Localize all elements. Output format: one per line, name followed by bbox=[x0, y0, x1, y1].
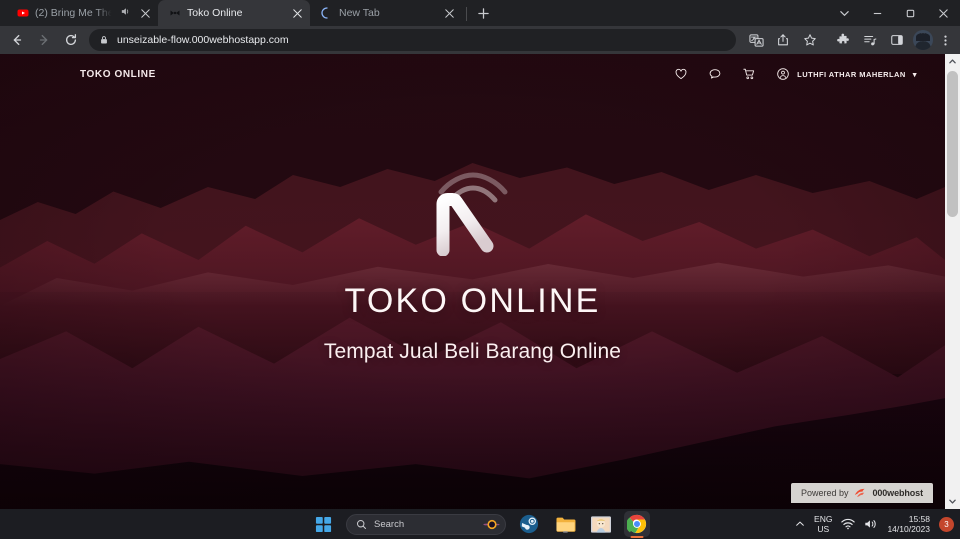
three-dot-menu-icon[interactable] bbox=[936, 28, 954, 52]
puzzle-icon[interactable] bbox=[830, 28, 856, 52]
powered-by-label: Powered by bbox=[800, 488, 849, 498]
clock[interactable]: 15:58 14/10/2023 bbox=[887, 514, 930, 535]
web-page: TOKO ONLINE LUTHFI ATHAR MAHERLAN ▾ TOKO… bbox=[0, 54, 945, 509]
window-controls bbox=[828, 0, 960, 26]
system-tray: ENG US 15:58 14/10/2023 3 bbox=[795, 514, 954, 535]
tab-youtube[interactable]: (2) Bring Me The Horizon - L bbox=[6, 0, 158, 26]
reload-icon[interactable] bbox=[58, 28, 84, 52]
chrome-browser-window: (2) Bring Me The Horizon - L Toko Online… bbox=[0, 0, 960, 509]
maximize-button[interactable] bbox=[894, 0, 927, 26]
side-panel-icon[interactable] bbox=[884, 28, 910, 52]
language-line-2: US bbox=[817, 524, 830, 534]
tab-close-button[interactable] bbox=[138, 6, 152, 20]
clock-date: 14/10/2023 bbox=[887, 524, 930, 534]
000webhost-icon bbox=[853, 487, 867, 499]
lock-icon[interactable] bbox=[99, 35, 109, 45]
audio-playing-icon[interactable] bbox=[120, 6, 132, 20]
star-icon[interactable] bbox=[797, 28, 823, 52]
hero-title: TOKO ONLINE bbox=[344, 282, 601, 320]
notification-badge[interactable]: 3 bbox=[939, 516, 954, 532]
tab-title: Toko Online bbox=[187, 7, 243, 19]
close-button[interactable] bbox=[927, 0, 960, 26]
back-arrow-icon[interactable] bbox=[4, 28, 30, 52]
chat-bubble-icon[interactable] bbox=[708, 67, 722, 81]
taskbar-app-photos[interactable] bbox=[588, 511, 614, 537]
loading-spinner-icon bbox=[320, 7, 333, 20]
taskbar-app-chrome[interactable] bbox=[624, 511, 650, 537]
eclipse-icon[interactable] bbox=[483, 518, 500, 531]
new-tab-button[interactable] bbox=[471, 1, 495, 25]
powered-by-brand: 000webhost bbox=[872, 488, 923, 498]
scroll-up-icon[interactable] bbox=[945, 54, 960, 69]
youtube-icon bbox=[16, 7, 29, 20]
hero-subtitle: Tempat Jual Beli Barang Online bbox=[323, 340, 622, 363]
site-nav: LUTHFI ATHAR MAHERLAN ▾ bbox=[674, 67, 917, 81]
user-name: LUTHFI ATHAR MAHERLAN bbox=[797, 69, 906, 79]
page-viewport: TOKO ONLINE LUTHFI ATHAR MAHERLAN ▾ TOKO… bbox=[0, 54, 960, 509]
search-placeholder: Search bbox=[374, 518, 405, 530]
wifi-icon[interactable] bbox=[841, 518, 856, 530]
n-wifi-logo bbox=[413, 164, 533, 257]
caret-down-icon: ▾ bbox=[912, 69, 917, 79]
clock-time: 15:58 bbox=[908, 513, 930, 524]
taskbar-app-file-explorer[interactable] bbox=[552, 511, 578, 537]
language-line-1: ENG bbox=[814, 514, 833, 524]
scroll-down-icon[interactable] bbox=[945, 494, 960, 509]
minimize-button[interactable] bbox=[861, 0, 894, 26]
language-indicator[interactable]: ENG US bbox=[814, 514, 832, 534]
profile-avatar[interactable] bbox=[913, 30, 933, 50]
chevron-up-icon[interactable] bbox=[795, 519, 805, 529]
tab-title: (2) Bring Me The Horizon - L bbox=[35, 7, 114, 19]
windows-taskbar: Search ENG US 15:58 14/10/2023 3 bbox=[0, 509, 960, 539]
translate-icon[interactable] bbox=[743, 28, 769, 52]
heart-icon[interactable] bbox=[674, 67, 688, 81]
site-header: TOKO ONLINE LUTHFI ATHAR MAHERLAN ▾ bbox=[0, 54, 945, 94]
browser-toolbar: unseizable-flow.000webhostapp.com bbox=[0, 26, 960, 54]
tab-title: New Tab bbox=[339, 7, 380, 19]
url-text: unseizable-flow.000webhostapp.com bbox=[117, 34, 289, 46]
tab-separator bbox=[466, 7, 467, 21]
tab-close-button[interactable] bbox=[290, 6, 304, 20]
hero-content: TOKO ONLINE Tempat Jual Beli Barang Onli… bbox=[0, 164, 945, 364]
search-icon bbox=[356, 519, 367, 530]
user-menu[interactable]: LUTHFI ATHAR MAHERLAN ▾ bbox=[776, 67, 917, 81]
forward-arrow-icon[interactable] bbox=[31, 28, 57, 52]
share-icon[interactable] bbox=[770, 28, 796, 52]
powered-by-badge[interactable]: Powered by 000webhost bbox=[790, 483, 933, 503]
site-logo[interactable]: TOKO ONLINE bbox=[80, 69, 156, 80]
windows-start-icon[interactable] bbox=[310, 511, 336, 537]
reading-list-icon[interactable] bbox=[857, 28, 883, 52]
taskbar-search-box[interactable]: Search bbox=[346, 513, 506, 535]
tab-close-button[interactable] bbox=[442, 6, 456, 20]
page-scrollbar[interactable] bbox=[945, 54, 960, 509]
scrollbar-track[interactable] bbox=[945, 69, 960, 494]
tab-search-button[interactable] bbox=[828, 0, 861, 26]
user-circle-icon bbox=[776, 67, 790, 81]
volume-icon[interactable] bbox=[864, 518, 878, 530]
taskbar-app-steam[interactable] bbox=[516, 511, 542, 537]
site-favicon bbox=[168, 7, 181, 20]
address-bar[interactable]: unseizable-flow.000webhostapp.com bbox=[89, 29, 736, 51]
scrollbar-thumb[interactable] bbox=[947, 71, 958, 217]
shopping-cart-icon[interactable] bbox=[742, 67, 756, 81]
tab-new-tab[interactable]: New Tab bbox=[310, 0, 462, 26]
tab-strip: (2) Bring Me The Horizon - L Toko Online… bbox=[0, 0, 960, 26]
tab-toko-online[interactable]: Toko Online bbox=[158, 0, 310, 26]
